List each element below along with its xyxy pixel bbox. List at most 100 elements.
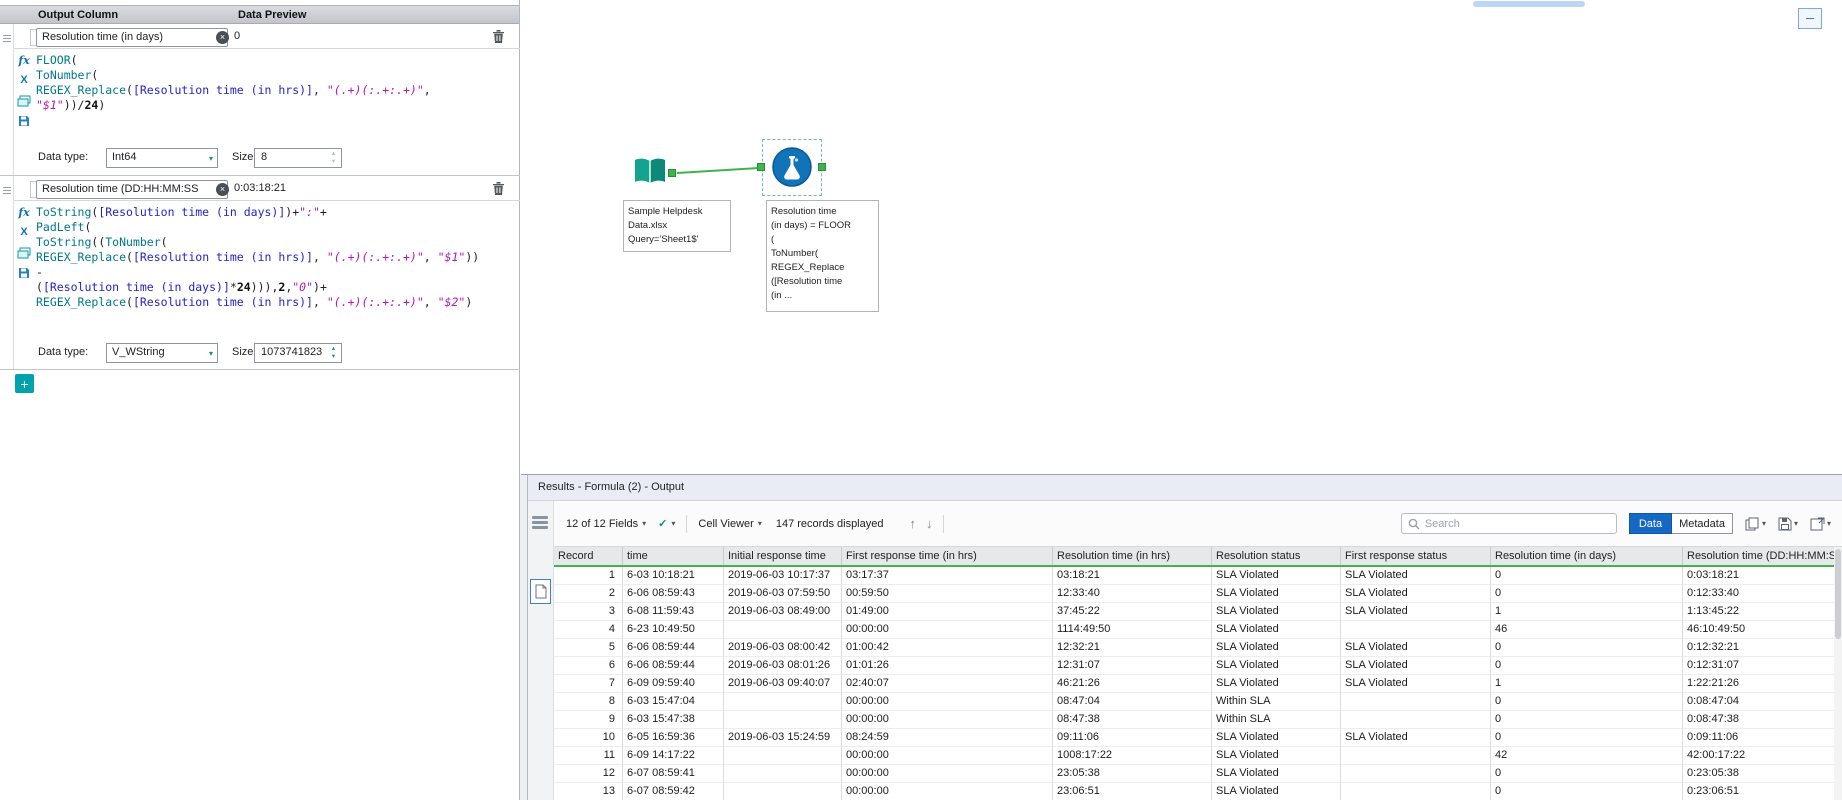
output-column-input[interactable]: Resolution time (in days) <box>36 28 228 47</box>
search-field[interactable] <box>1400 513 1617 534</box>
cell[interactable] <box>1341 693 1491 711</box>
formula-tool[interactable] <box>771 146 813 188</box>
cell[interactable]: 13 <box>554 783 623 800</box>
output-anchor[interactable] <box>668 169 676 177</box>
clear-column-icon[interactable]: × <box>216 31 229 44</box>
insert-constant-icon[interactable] <box>15 94 33 111</box>
cell[interactable]: 6-08 11:59:43 <box>623 603 724 621</box>
column-header[interactable]: Initial response time <box>724 547 842 565</box>
cell[interactable]: 00:00:00 <box>842 693 1053 711</box>
cell[interactable]: 6 <box>554 657 623 675</box>
cell[interactable]: 23:05:38 <box>1053 765 1212 783</box>
cell[interactable]: 0:23:05:38 <box>1683 765 1842 783</box>
input-tool-annotation[interactable]: Sample Helpdesk Data.xlsx Query='Sheet1$' <box>623 200 731 252</box>
cell[interactable]: 0:12:31:07 <box>1683 657 1842 675</box>
cell[interactable]: 46:10:49:50 <box>1683 621 1842 639</box>
cell[interactable]: 12:31:07 <box>1053 657 1212 675</box>
cell[interactable]: SLA Violated <box>1341 567 1491 585</box>
cell[interactable]: 1:13:45:22 <box>1683 603 1842 621</box>
cell[interactable]: 03:17:37 <box>842 567 1053 585</box>
scroll-down-button[interactable]: ↓ <box>926 516 933 531</box>
column-header[interactable]: Resolution time (DD:HH:MM:SS) <box>1683 547 1842 565</box>
save-results-button[interactable]: ▾ <box>1778 517 1798 531</box>
cell[interactable]: 6-03 15:47:38 <box>623 711 724 729</box>
cell[interactable]: SLA Violated <box>1341 585 1491 603</box>
data-type-select[interactable]: V_WString ▾ <box>106 343 218 363</box>
cell[interactable]: 2019-06-03 07:59:50 <box>724 585 842 603</box>
column-header[interactable]: Resolution time (in hrs) <box>1053 547 1212 565</box>
cell[interactable] <box>1341 783 1491 800</box>
column-header[interactable]: Resolution time (in days) <box>1491 547 1683 565</box>
cell[interactable]: SLA Violated <box>1212 765 1341 783</box>
size-input[interactable]: 1073741823 ▴ ▾ <box>254 343 342 363</box>
cell[interactable]: SLA Violated <box>1212 675 1341 693</box>
cell[interactable] <box>1341 711 1491 729</box>
cell[interactable]: 6-06 08:59:43 <box>623 585 724 603</box>
cell[interactable]: SLA Violated <box>1341 675 1491 693</box>
cell[interactable]: SLA Violated <box>1212 747 1341 765</box>
cell[interactable]: 00:00:00 <box>842 621 1053 639</box>
cell[interactable]: 00:00:00 <box>842 711 1053 729</box>
cell[interactable]: 0 <box>1491 711 1683 729</box>
cell[interactable]: 11 <box>554 747 623 765</box>
cell[interactable]: 0 <box>1491 567 1683 585</box>
output-anchor[interactable] <box>818 163 826 171</box>
cell[interactable]: 01:01:26 <box>842 657 1053 675</box>
cell[interactable]: 01:49:00 <box>842 603 1053 621</box>
cell[interactable] <box>1341 621 1491 639</box>
cell[interactable]: 0:12:32:21 <box>1683 639 1842 657</box>
input-anchor[interactable] <box>757 163 765 171</box>
column-header[interactable]: Record <box>554 547 623 565</box>
cell[interactable]: 0 <box>1491 639 1683 657</box>
data-tab-button[interactable]: Data <box>1628 513 1673 534</box>
insert-constant-icon[interactable] <box>15 246 33 263</box>
cell[interactable]: SLA Violated <box>1341 729 1491 747</box>
save-expression-icon[interactable] <box>15 266 33 283</box>
cell[interactable]: SLA Violated <box>1341 603 1491 621</box>
cell[interactable]: 6-09 14:17:22 <box>623 747 724 765</box>
cell[interactable]: 37:45:22 <box>1053 603 1212 621</box>
insert-function-icon[interactable]: fx <box>15 206 33 223</box>
insert-variable-icon[interactable]: X <box>15 226 33 243</box>
cell[interactable]: 2019-06-03 08:01:26 <box>724 657 842 675</box>
cell[interactable] <box>724 765 842 783</box>
size-input[interactable]: 8 ▴ ▾ <box>254 148 342 168</box>
delete-expression-button[interactable] <box>492 181 508 198</box>
cell[interactable]: 6-07 08:59:42 <box>623 783 724 800</box>
drag-handle-icon[interactable] <box>3 35 11 42</box>
select-fields-button[interactable]: ✓ ▾ <box>658 517 675 530</box>
cell[interactable]: 00:00:00 <box>842 747 1053 765</box>
cell[interactable]: 01:00:42 <box>842 639 1053 657</box>
add-expression-button[interactable]: + <box>15 374 34 393</box>
cell[interactable]: 0 <box>1491 693 1683 711</box>
data-type-select[interactable]: Int64 ▾ <box>106 148 218 168</box>
cell[interactable]: 08:47:04 <box>1053 693 1212 711</box>
column-header[interactable]: Resolution status <box>1212 547 1341 565</box>
cell[interactable]: 2019-06-03 08:49:00 <box>724 603 842 621</box>
cell[interactable]: 2 <box>554 585 623 603</box>
cell[interactable]: 0 <box>1491 765 1683 783</box>
cell[interactable]: 9 <box>554 711 623 729</box>
cell[interactable]: SLA Violated <box>1212 585 1341 603</box>
spinner-icons[interactable]: ▴ ▾ <box>328 345 339 363</box>
cell[interactable]: 2019-06-03 09:40:07 <box>724 675 842 693</box>
cell[interactable]: 1114:49:50 <box>1053 621 1212 639</box>
grid-scrollbar[interactable] <box>1834 547 1842 800</box>
cell[interactable]: 03:18:21 <box>1053 567 1212 585</box>
drag-handle-icon[interactable] <box>3 187 11 194</box>
cell[interactable]: 46:21:26 <box>1053 675 1212 693</box>
cell[interactable] <box>724 711 842 729</box>
cell[interactable]: 6-03 10:18:21 <box>623 567 724 585</box>
fields-summary-dropdown[interactable]: 12 of 12 Fields ▾ <box>566 518 646 530</box>
cell[interactable]: 0:08:47:04 <box>1683 693 1842 711</box>
cell[interactable]: 1 <box>554 567 623 585</box>
cell[interactable]: 02:40:07 <box>842 675 1053 693</box>
cell[interactable]: SLA Violated <box>1212 639 1341 657</box>
cell[interactable]: 5 <box>554 639 623 657</box>
cell[interactable]: 23:06:51 <box>1053 783 1212 800</box>
table-view-icon[interactable] <box>532 515 548 535</box>
open-results-window-button[interactable] <box>530 579 551 604</box>
scrollbar-thumb[interactable] <box>1835 549 1841 639</box>
cell[interactable]: SLA Violated <box>1341 657 1491 675</box>
cell[interactable]: 2019-06-03 10:17:37 <box>724 567 842 585</box>
